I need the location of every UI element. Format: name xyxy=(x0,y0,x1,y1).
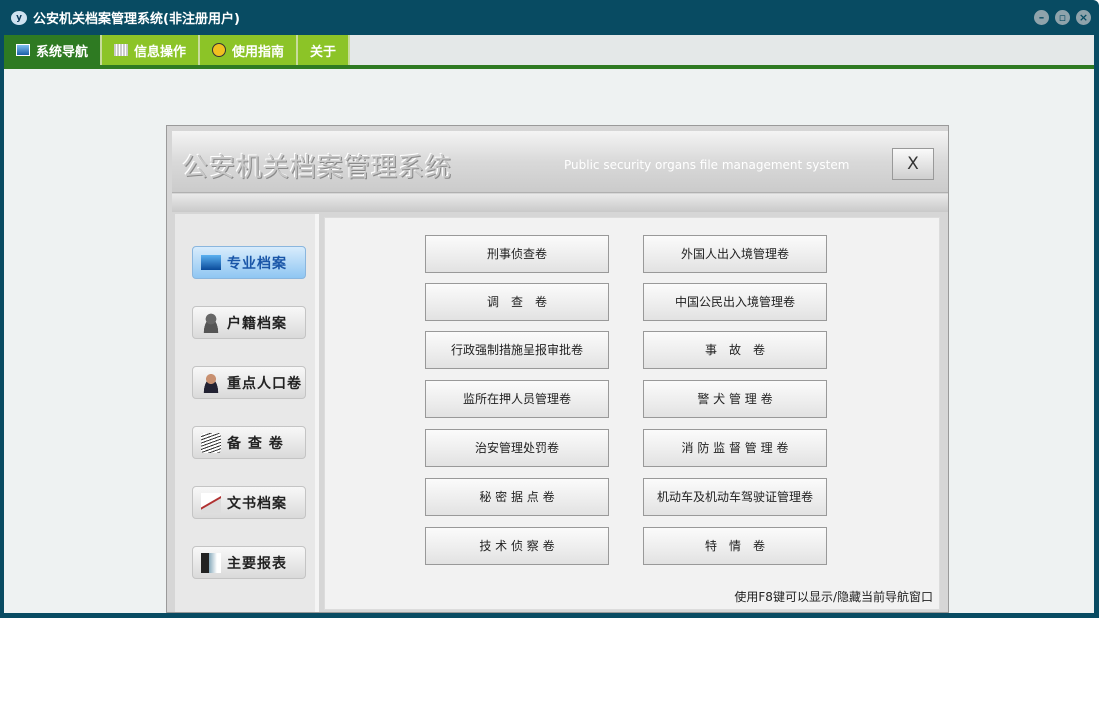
archive-volume-button[interactable]: 秘 密 据 点 卷 xyxy=(425,478,609,516)
archive-volume-button[interactable]: 外国人出入境管理卷 xyxy=(643,235,827,273)
help-icon xyxy=(212,43,227,57)
dialog-header: 公安机关档案管理系统 Public security organs file m… xyxy=(172,131,948,193)
app-logo-icon: y xyxy=(11,10,27,25)
archive-volume-button[interactable]: 调 查 卷 xyxy=(425,283,609,321)
sidebar-label: 户籍档案 xyxy=(227,315,287,332)
tab-label: 使用指南 xyxy=(232,44,285,60)
archive-buttons-panel: 刑事侦查卷调 查 卷行政强制措施呈报审批卷 监所在押人员管理卷 治安管理处罚卷秘 密… xyxy=(324,217,940,610)
tab-label: 信息操作 xyxy=(134,44,187,60)
sidebar-item-main-reports[interactable]: 主要报表 xyxy=(192,546,306,579)
sidebar-label: 文书档案 xyxy=(227,495,287,512)
archive-volume-button[interactable]: 治安管理处罚卷 xyxy=(425,429,609,467)
archive-volume-button[interactable]: 行政强制措施呈报审批卷 xyxy=(425,331,609,369)
category-sidebar: 专业档案 户籍档案 重点人口卷 备 查 卷 文书档案 主要报表 xyxy=(175,214,319,612)
archive-volume-button[interactable]: 特 情 卷 xyxy=(643,527,827,565)
archive-volume-button[interactable]: 警 犬 管 理 卷 xyxy=(643,380,827,418)
sidebar-item-professional-archives[interactable]: 专业档案 xyxy=(192,246,306,279)
tab-info-operation[interactable]: 信息操作 xyxy=(102,35,201,65)
title-bar: y 公安机关档案管理系统(非注册用户) – ▫ × xyxy=(0,0,1099,35)
report-icon xyxy=(201,552,221,573)
f8-hint: 使用F8键可以显示/隐藏当前导航窗口 xyxy=(734,590,933,604)
minimize-button[interactable]: – xyxy=(1034,10,1049,25)
sidebar-item-document-archives[interactable]: 文书档案 xyxy=(192,486,306,519)
archive-volume-button[interactable]: 技 术 侦 察 卷 xyxy=(425,527,609,565)
officer-icon xyxy=(201,372,221,393)
dialog-subtitle: Public security organs file management s… xyxy=(564,158,850,172)
scroll-icon xyxy=(201,492,221,513)
archive-volume-button[interactable]: 事 故 卷 xyxy=(643,331,827,369)
monitor-icon xyxy=(201,255,221,270)
header-band xyxy=(172,194,948,212)
magnifier-document-icon xyxy=(201,432,221,453)
sidebar-item-household-archives[interactable]: 户籍档案 xyxy=(192,306,306,339)
archive-volume-button[interactable]: 机动车及机动车驾驶证管理卷 xyxy=(643,478,827,516)
sidebar-label: 备 查 卷 xyxy=(227,435,284,452)
sidebar-label: 重点人口卷 xyxy=(227,375,302,392)
tab-user-guide[interactable]: 使用指南 xyxy=(200,35,299,65)
person-icon xyxy=(201,312,221,333)
menu-tabs: 系统导航 信息操作 使用指南 关于 xyxy=(4,35,1094,65)
dialog-title: 公安机关档案管理系统 xyxy=(182,153,453,183)
tab-label: 系统导航 xyxy=(36,44,89,60)
tab-label: 关于 xyxy=(310,44,337,60)
grid-icon xyxy=(114,44,129,56)
monitor-icon xyxy=(16,44,30,56)
close-button[interactable]: × xyxy=(1076,10,1091,25)
tab-system-navigation[interactable]: 系统导航 xyxy=(4,35,103,65)
restore-button[interactable]: ▫ xyxy=(1055,10,1070,25)
archive-volume-button[interactable]: 消 防 监 督 管 理 卷 xyxy=(643,429,827,467)
window-title: 公安机关档案管理系统(非注册用户) xyxy=(33,12,240,27)
archive-volume-button[interactable]: 监所在押人员管理卷 xyxy=(425,380,609,418)
archive-volume-button[interactable]: 刑事侦查卷 xyxy=(425,235,609,273)
sidebar-item-key-population[interactable]: 重点人口卷 xyxy=(192,366,306,399)
sidebar-item-reference-volume[interactable]: 备 查 卷 xyxy=(192,426,306,459)
archive-volume-button[interactable]: 中国公民出入境管理卷 xyxy=(643,283,827,321)
sidebar-label: 主要报表 xyxy=(227,555,287,572)
dialog-close-button[interactable]: X xyxy=(892,148,934,180)
tab-about[interactable]: 关于 xyxy=(298,35,351,65)
sidebar-label: 专业档案 xyxy=(227,255,287,272)
navigation-dialog: 公安机关档案管理系统 Public security organs file m… xyxy=(166,125,949,613)
